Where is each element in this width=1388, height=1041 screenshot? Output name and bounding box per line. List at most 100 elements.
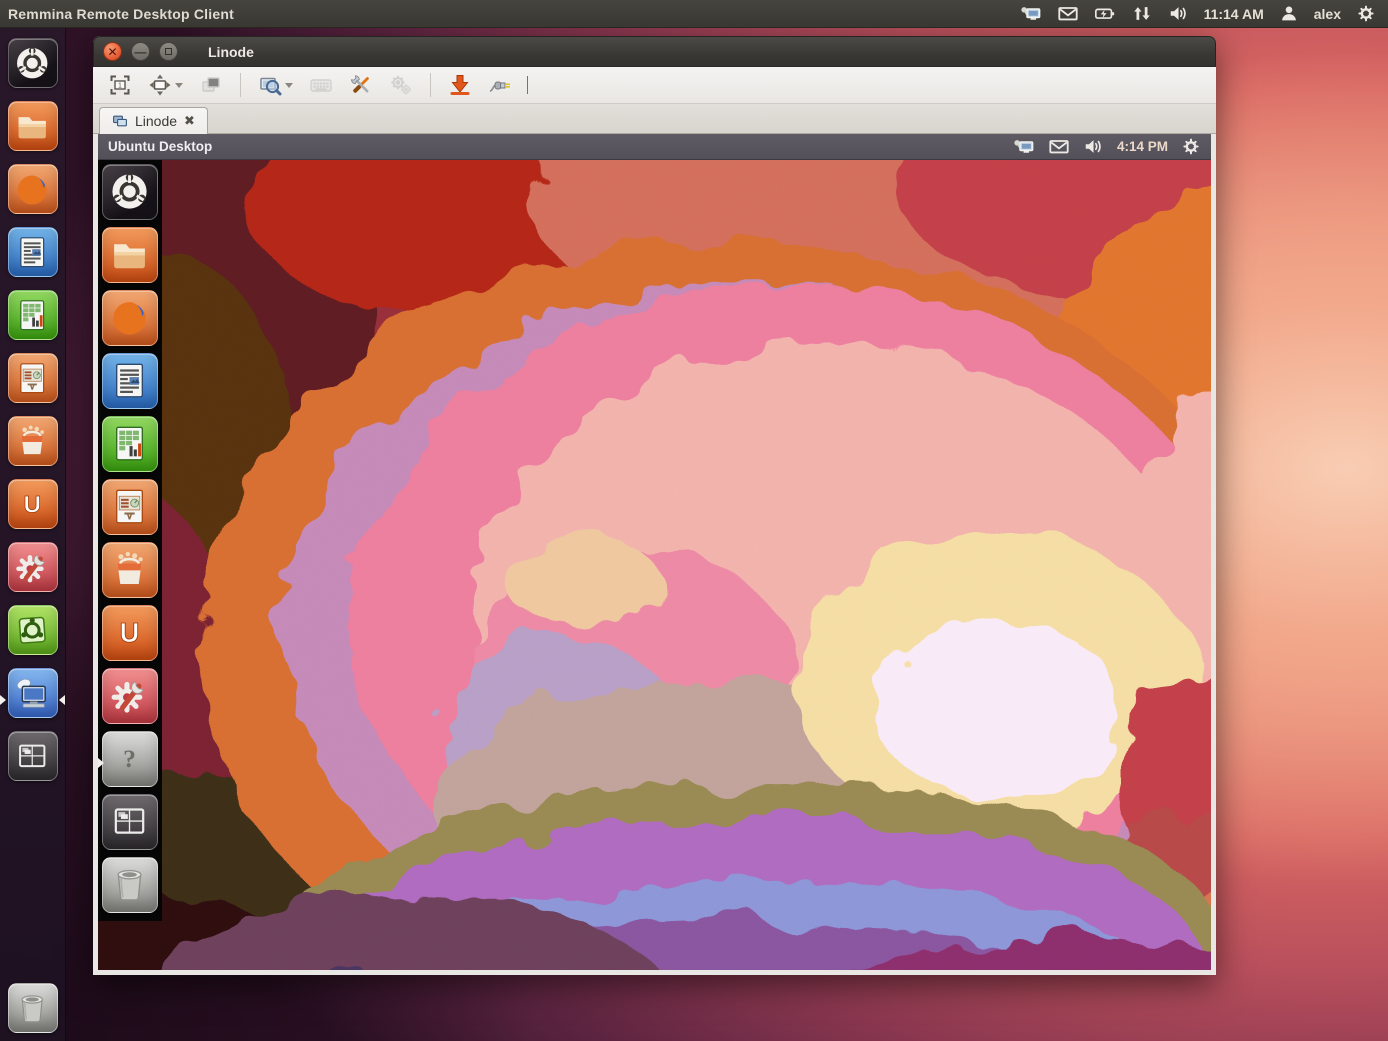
launcher-item-libreoffice-calc[interactable] [0,290,65,353]
host-clock[interactable]: 11:14 AM [1204,6,1264,22]
launcher-item-software-center[interactable] [98,542,162,605]
software-center-icon [102,542,158,598]
preferences-button [384,70,418,100]
window-controls: ✕ — [103,42,178,61]
workspace-switcher-icon [102,794,158,850]
host-unity-launcher: U [0,28,66,1041]
launcher-item-system-settings[interactable] [98,668,162,731]
launcher-item-software-updater[interactable] [0,605,65,668]
launcher-item-trash[interactable] [0,983,65,1041]
window-title: Linode [208,44,254,60]
minimize-window-button[interactable]: — [131,42,150,61]
dash-home-icon [8,38,58,88]
tab-label: Linode [135,113,177,129]
svg-text:U: U [24,491,42,518]
tab-connection-icon [112,114,128,128]
svg-text:1: 1 [118,83,122,90]
remote-clock[interactable]: 4:14 PM [1117,139,1168,154]
launcher-item-libreoffice-impress[interactable] [98,479,162,542]
window-titlebar[interactable]: ✕ — Linode [93,36,1216,67]
maximize-window-button[interactable] [159,42,178,61]
connection-tab-linode[interactable]: Linode ✖ [99,107,208,134]
trash-icon [102,857,158,913]
launcher-item-firefox[interactable] [98,290,162,353]
network-sync-icon[interactable] [1130,5,1154,23]
launcher-item-dash-home[interactable] [0,38,65,101]
remote-desktop-body: U? [98,160,1211,970]
unknown-window-icon: ? [102,731,158,787]
launcher-item-libreoffice-writer[interactable] [98,353,162,416]
svg-text:U: U [120,617,140,648]
libreoffice-calc-icon [8,290,58,340]
connection-tabbar: Linode ✖ [93,104,1216,134]
firefox-icon [8,164,58,214]
session-menu-gear-icon[interactable] [1354,5,1378,23]
launcher-item-ubuntu-one[interactable]: U [98,605,162,668]
software-updater-icon [8,605,58,655]
disconnect-button[interactable] [483,70,517,100]
toggle-fullscreen-button[interactable]: 1 [103,70,137,100]
launcher-item-system-settings[interactable] [0,542,65,605]
remote-wallpaper-art [98,160,1211,970]
user-name[interactable]: alex [1314,6,1341,22]
libreoffice-calc-icon [102,416,158,472]
minimize-window-button[interactable] [443,70,477,100]
scaled-mode-button[interactable] [253,70,298,100]
remote-wallpaper [98,160,1211,970]
close-window-button[interactable]: ✕ [103,42,122,61]
text-cursor [527,76,528,94]
system-settings-icon [8,542,58,592]
remmina-icon [8,668,58,718]
launcher-item-libreoffice-calc[interactable] [98,416,162,479]
running-indicator-arrow [0,695,6,705]
battery-indicator-icon[interactable] [1093,5,1117,23]
ubuntu-one-icon: U [102,605,158,661]
launcher-item-libreoffice-impress[interactable] [0,353,65,416]
remote-session-menu-gear-icon[interactable] [1179,138,1203,156]
remote-indicator-tray: 4:14 PM [1012,138,1211,156]
remote-unity-launcher: U? [98,160,162,921]
launcher-item-dash-home[interactable] [98,164,162,227]
remote-volume-indicator-icon[interactable] [1082,138,1106,156]
remote-panel-title: Ubuntu Desktop [98,139,212,154]
firefox-icon [102,290,158,346]
grab-keyboard-button [304,70,338,100]
remote-desktop-indicator-icon[interactable] [1019,5,1043,23]
launcher-item-home-folder[interactable] [0,101,65,164]
launcher-item-libreoffice-writer[interactable] [0,227,65,290]
system-settings-icon [102,668,158,724]
dropdown-caret-icon[interactable] [285,83,293,88]
libreoffice-impress-icon [8,353,58,403]
tab-close-icon[interactable]: ✖ [184,113,195,129]
libreoffice-impress-icon [102,479,158,535]
remote-messaging-menu-icon[interactable] [1047,138,1071,156]
launcher-item-home-folder[interactable] [98,227,162,290]
remote-remmina-indicator-icon[interactable] [1012,138,1036,156]
launcher-item-workspace-switcher[interactable] [98,794,162,857]
launcher-item-ubuntu-one[interactable]: U [0,479,65,542]
svg-text:?: ? [124,745,137,774]
launcher-item-firefox[interactable] [0,164,65,227]
launcher-item-software-center[interactable] [0,416,65,479]
volume-indicator-icon[interactable] [1167,5,1191,23]
libreoffice-writer-icon [102,353,158,409]
active-app-title: Remmina Remote Desktop Client [0,6,234,22]
running-indicator-arrow [98,758,104,768]
remote-viewport[interactable]: Ubuntu Desktop 4:14 PM U? [93,134,1216,975]
software-center-icon [8,416,58,466]
tools-button[interactable] [344,70,378,100]
focused-indicator-arrow [59,695,65,705]
host-top-panel: Remmina Remote Desktop Client 11:14 AM a… [0,0,1388,28]
launcher-item-remmina[interactable] [0,668,65,731]
trash-icon [8,983,58,1033]
dropdown-caret-icon[interactable] [175,83,183,88]
user-menu-icon[interactable] [1277,5,1301,23]
toolbar-separator [430,73,431,97]
remote-top-panel: Ubuntu Desktop 4:14 PM [98,134,1211,160]
launcher-item-workspace-switcher[interactable] [0,731,65,794]
fit-window-button[interactable] [143,70,188,100]
launcher-item-trash[interactable] [98,857,162,921]
launcher-item-unknown-window[interactable]: ? [98,731,162,794]
messaging-menu-icon[interactable] [1056,5,1080,23]
duplicate-connection-button [194,70,228,100]
